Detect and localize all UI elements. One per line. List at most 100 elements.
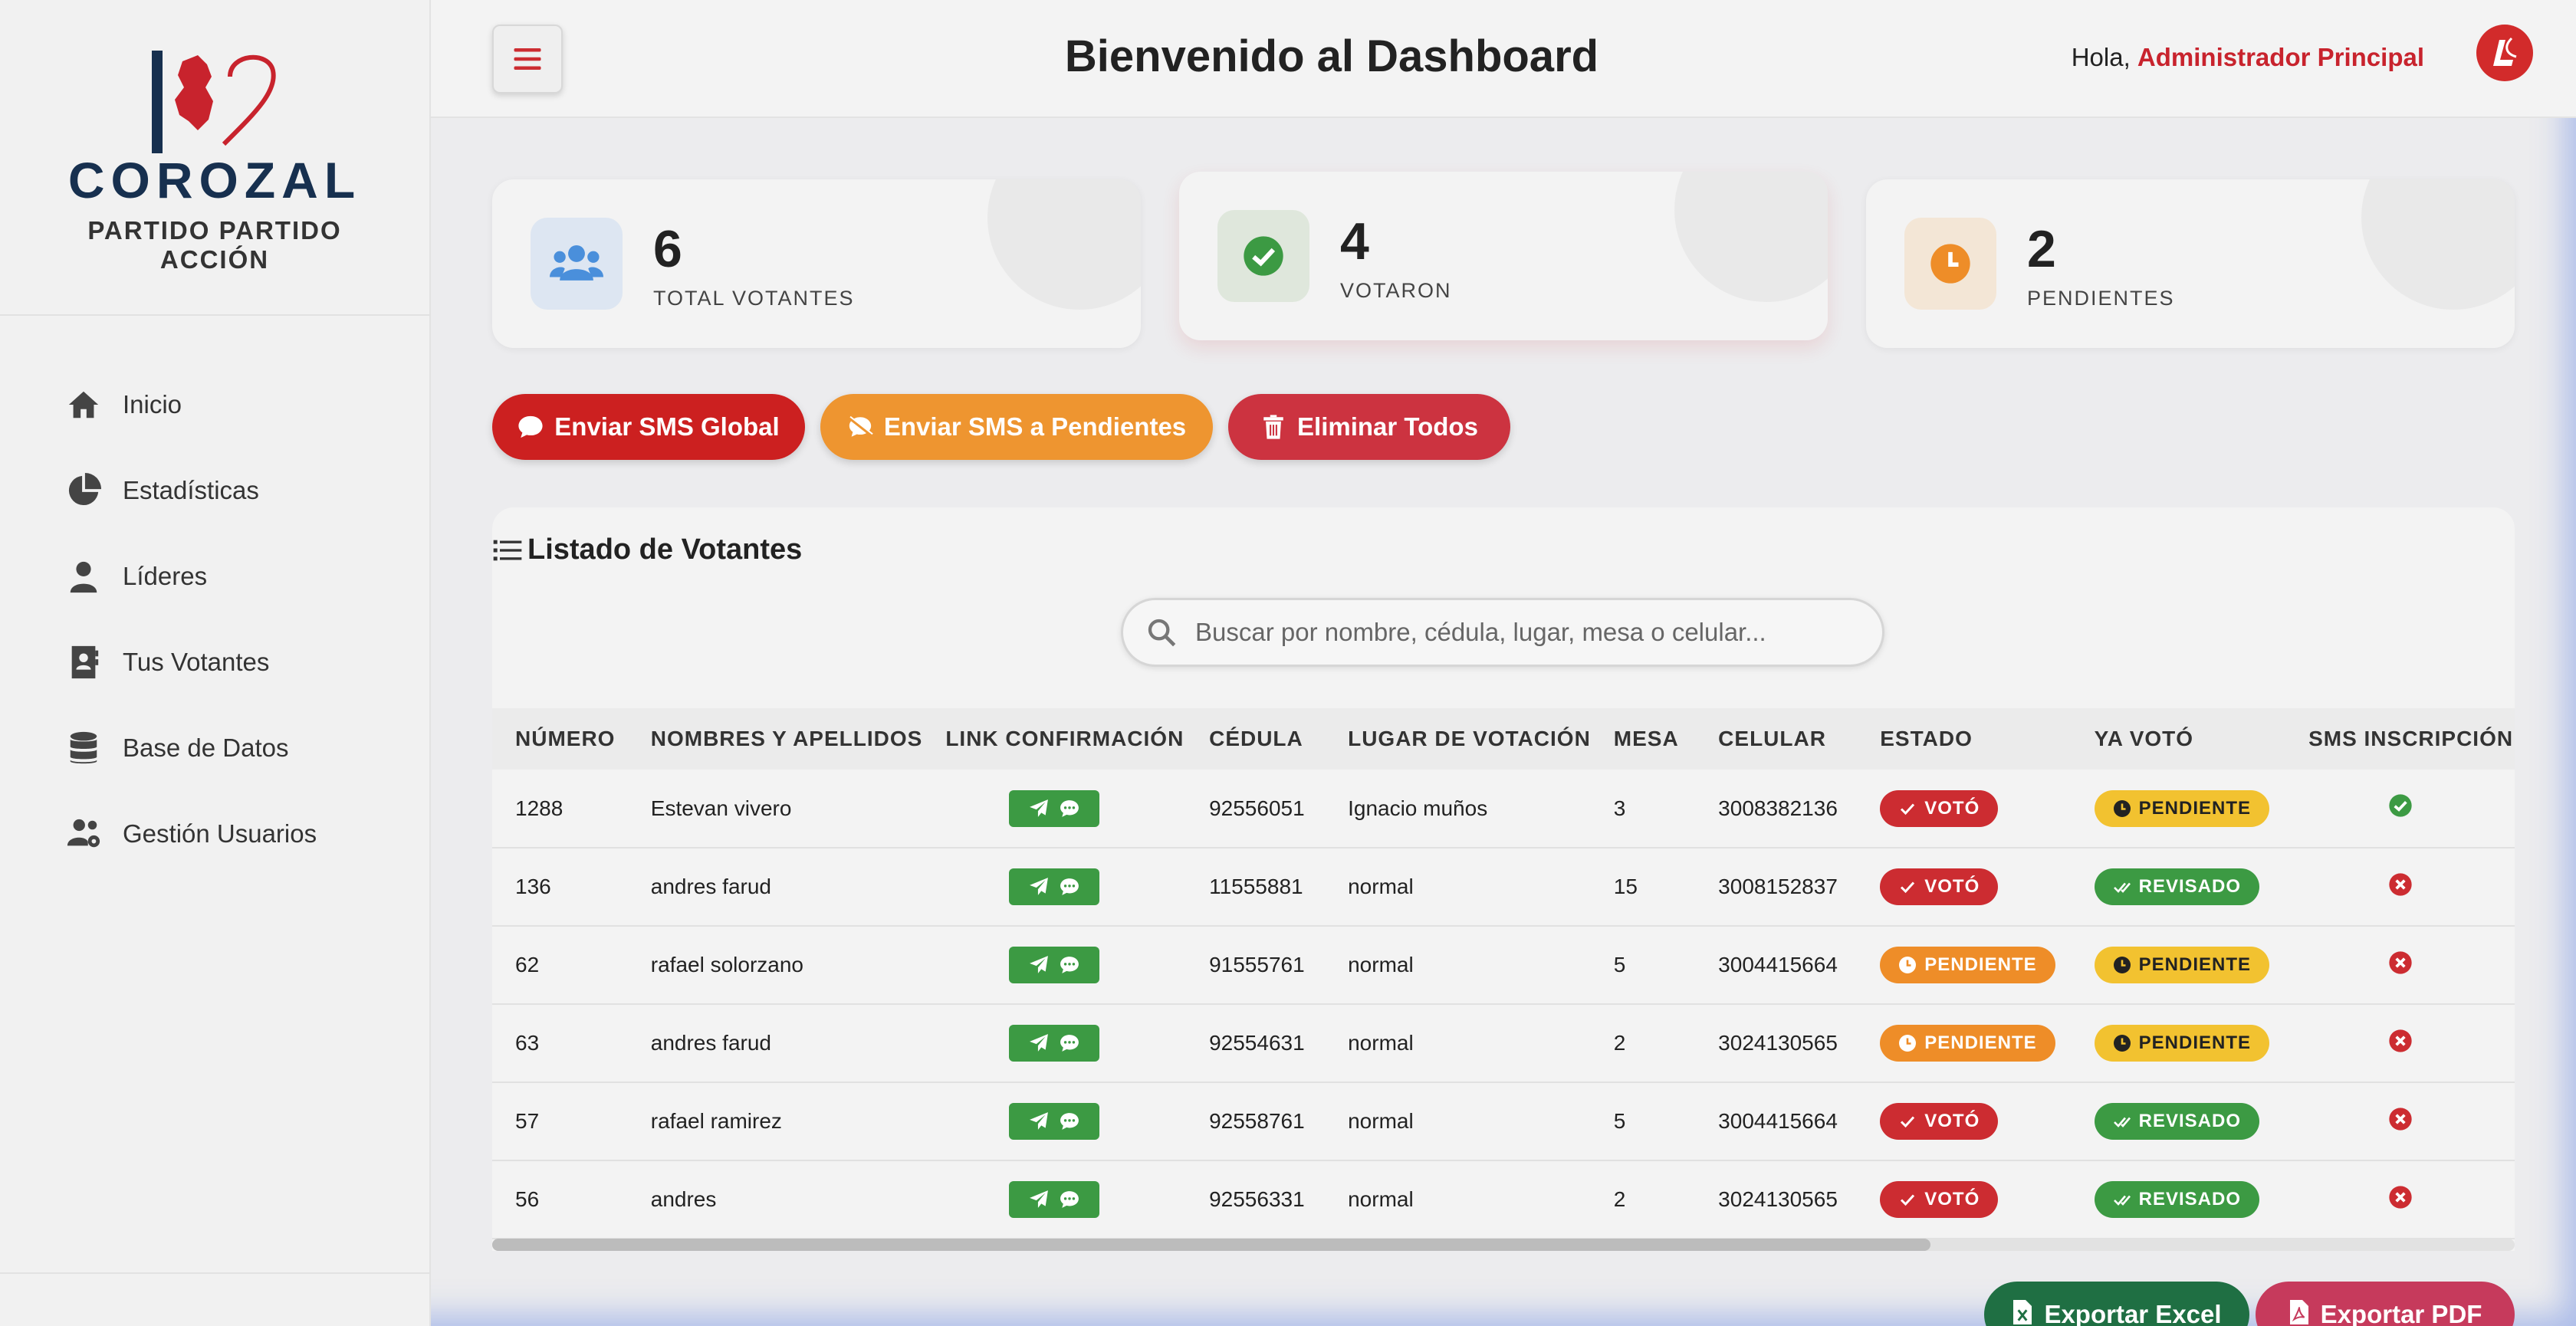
estado-badge: VOTÓ [1880,1103,1999,1140]
user-name[interactable]: Administrador Principal [2137,43,2424,71]
confirmation-link-button[interactable] [1009,1181,1100,1218]
clock-icon [2113,799,2131,817]
confirmation-link-button[interactable] [1009,1103,1100,1140]
sms-failed-icon [2388,872,2412,896]
cell-nombre: Estevan vivero [650,796,792,820]
check-icon [1901,881,1915,894]
cell-lugar: normal [1348,1109,1414,1133]
table-row[interactable]: 1288 Estevan vivero 92556051 Ignacio muños 3… [492,770,2515,848]
comment-dots-icon [1060,1035,1079,1052]
ya-voto-badge[interactable]: PENDIENTE [2094,947,2270,983]
sidebar-item-lideres[interactable]: Líderes [0,533,429,619]
cell-mesa: 3 [1613,796,1626,820]
comment-dots-icon [1060,1113,1079,1130]
button-label: Exportar PDF [2320,1300,2482,1326]
sidebar-item-base-de-datos[interactable]: Base de Datos [0,705,429,791]
cell-mesa: 2 [1613,1031,1626,1055]
clock-icon [1899,957,1917,973]
cell-numero: 56 [515,1187,540,1211]
column-header[interactable]: LUGAR DE VOTACIÓN [1325,708,1591,770]
search-input[interactable] [1195,618,1855,647]
cell-mesa: 2 [1613,1187,1626,1211]
confirmation-link-button[interactable] [1009,947,1100,983]
export-excel-button[interactable]: Exportar Excel [1984,1282,2249,1326]
confirmation-link-button[interactable] [1009,789,1100,827]
send-sms-global-button[interactable]: Enviar SMS Global [492,394,805,460]
stat-card-total-votantes: 6 TOTAL VOTANTES [492,179,1141,348]
sidebar-item-label: Inicio [123,390,182,418]
sidebar-nav: Inicio Estadísticas Líderes Tus Votantes… [0,316,429,877]
export-pdf-button[interactable]: Exportar PDF [2256,1282,2515,1326]
cell-cedula: 92558761 [1209,1109,1305,1133]
cell-sms [2285,1004,2515,1082]
cell-ya-voto: REVISADO [2072,1082,2285,1160]
voters-list-panel: Listado de Votantes NÚMERONOMBRES Y APEL… [492,507,2515,1251]
sidebar-item-estadisticas[interactable]: Estadísticas [0,448,429,533]
sidebar-item-tus-votantes[interactable]: Tus Votantes [0,619,429,705]
table-row[interactable]: 62 rafael solorzano 91555761 normal 5 3004415… [492,926,2515,1004]
ya-voto-badge[interactable]: REVISADO [2094,1103,2260,1140]
sidebar-item-label: Gestión Usuarios [123,819,317,848]
cell-lugar: normal [1348,1031,1414,1055]
cell-celular: 3004415664 [1718,953,1838,976]
button-label: Enviar SMS a Pendientes [883,412,1187,441]
ya-voto-badge[interactable]: PENDIENTE [2094,1025,2270,1062]
pie-chart-icon [68,473,101,506]
scrollbar-thumb[interactable] [492,1239,1930,1251]
sidebar-item-inicio[interactable]: Inicio [0,362,429,448]
table-row[interactable]: 57 rafael ramirez 92558761 normal 5 300441566… [492,1082,2515,1160]
horizontal-scrollbar[interactable] [492,1239,2515,1251]
column-header[interactable]: ESTADO [1857,708,2071,770]
column-header[interactable]: CÉDULA [1186,708,1325,770]
cell-ya-voto: REVISADO [2072,848,2285,926]
column-header[interactable]: YA VOTÓ [2072,708,2285,770]
badge-label: VOTÓ [1924,876,1980,897]
badge-label: PENDIENTE [2138,954,2252,975]
cell-numero: 57 [515,1109,540,1133]
comment-icon [518,415,543,438]
cell-link [922,1082,1186,1160]
sidebar-item-label: Tus Votantes [123,648,270,676]
home-icon [68,391,99,418]
double-check-icon [2113,882,2131,893]
badge-label: PENDIENTE [2138,797,2252,819]
badge-label: PENDIENTE [1924,954,2037,975]
delete-all-button[interactable]: Eliminar Todos [1228,394,1510,460]
cell-numero: 136 [515,875,551,898]
ya-voto-badge[interactable]: REVISADO [2094,1181,2260,1218]
ya-voto-badge[interactable]: REVISADO [2094,868,2260,905]
cell-lugar: normal [1348,1187,1414,1211]
confirmation-link-button[interactable] [1009,1025,1100,1062]
column-header[interactable]: LINK CONFIRMACIÓN [922,708,1186,770]
cell-link [922,848,1186,926]
table-row[interactable]: 56 andres 92556331 normal 2 3024130565 VOTÓ REV… [492,1160,2515,1239]
estado-badge: VOTÓ [1880,868,1999,905]
paper-plane-icon [1030,1190,1049,1208]
comment-dots-icon [1060,799,1079,817]
cell-celular: 3008382136 [1718,796,1838,820]
sidebar-item-label: Estadísticas [123,476,259,504]
column-header[interactable]: MESA [1591,708,1695,770]
cell-sms [2285,1082,2515,1160]
send-sms-pendientes-button[interactable]: Enviar SMS a Pendientes [820,394,1213,460]
avatar[interactable] [2476,25,2533,81]
sms-sent-icon [2388,794,2412,817]
column-header[interactable]: CELULAR [1695,708,1857,770]
brand: COROZAL PARTIDO PARTIDO ACCIÓN [0,0,429,316]
table-row[interactable]: 63 andres farud 92554631 normal 2 3024130565 P… [492,1004,2515,1082]
cell-sms [2285,926,2515,1004]
column-header[interactable]: NOMBRES Y APELLIDOS [628,708,923,770]
ya-voto-badge[interactable]: PENDIENTE [2094,789,2270,827]
cell-sms [2285,770,2515,848]
column-header[interactable]: SMS INSCRIPCIÓN [2285,708,2515,770]
confirmation-link-button[interactable] [1009,868,1100,905]
users-icon [550,245,603,281]
table-row[interactable]: 136 andres farud 11555881 normal 15 300815283… [492,848,2515,926]
stat-label: VOTARON [1340,279,1452,302]
cell-mesa: 5 [1613,1109,1626,1133]
stat-value: 2 [2027,220,2056,278]
stat-label: PENDIENTES [2027,287,2175,310]
list-title-text: Listado de Votantes [527,533,803,566]
column-header[interactable]: NÚMERO [492,708,628,770]
sidebar-item-gestion-usuarios[interactable]: Gestión Usuarios [0,791,429,877]
